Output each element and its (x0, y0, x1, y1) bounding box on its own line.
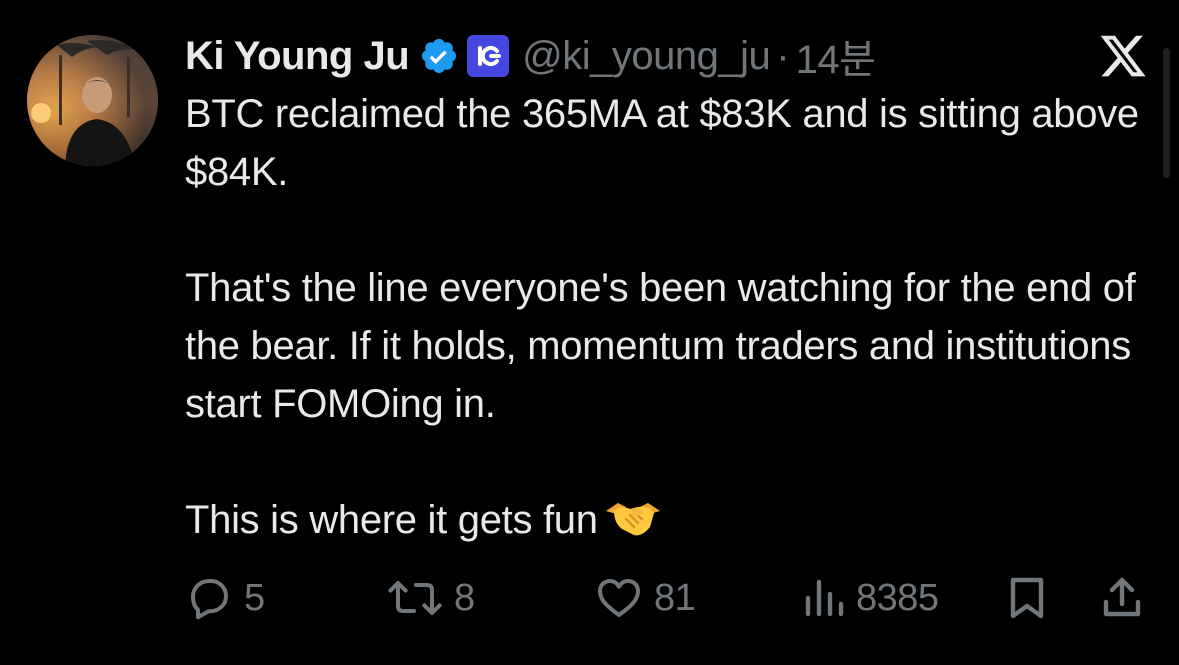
tweet-paragraph: This is where it gets fun (185, 498, 598, 542)
separator-dot: · (776, 33, 790, 78)
tweet-paragraph-last: This is where it gets fun (185, 491, 1160, 549)
reply-button[interactable]: 5 (186, 570, 265, 626)
tweet-paragraph: BTC reclaimed the 365MA at $83K and is s… (185, 92, 1139, 194)
bookmark-button[interactable] (1004, 570, 1050, 626)
tweet-timestamp[interactable]: 14분 (796, 27, 876, 85)
tweet[interactable]: Ki Young Ju @ki_young_ju · 14분 BTC recla… (0, 0, 1179, 665)
tweet-text: BTC reclaimed the 365MA at $83K and is s… (185, 85, 1160, 549)
bookmark-icon (1004, 574, 1050, 622)
retweet-icon (386, 574, 444, 622)
like-button[interactable]: 81 (594, 570, 696, 626)
retweet-button[interactable]: 8 (386, 570, 475, 626)
scrollbar[interactable] (1163, 48, 1170, 178)
heart-icon (594, 574, 644, 622)
views-icon (802, 574, 846, 622)
x-logo-icon (1097, 31, 1149, 81)
avatar[interactable] (27, 35, 158, 166)
tweet-paragraph: That's the line everyone's been watching… (185, 266, 1136, 426)
verified-badge-icon[interactable] (419, 36, 459, 76)
share-button[interactable] (1098, 570, 1146, 626)
share-icon (1098, 574, 1146, 622)
like-count: 81 (654, 576, 696, 619)
views-count: 8385 (856, 576, 939, 619)
action-bar: 5 8 81 8385 (0, 570, 1179, 626)
views-button[interactable]: 8385 (802, 570, 939, 626)
reply-count: 5 (244, 576, 265, 619)
author-handle[interactable]: @ki_young_ju (522, 34, 771, 79)
handshake-emoji (604, 497, 662, 541)
retweet-count: 8 (454, 576, 475, 619)
tweet-header: Ki Young Ju @ki_young_ju · 14분 (185, 27, 876, 85)
reply-icon (186, 574, 234, 622)
author-name[interactable]: Ki Young Ju (185, 34, 410, 79)
cryptoquant-affiliate-icon[interactable] (466, 34, 510, 78)
